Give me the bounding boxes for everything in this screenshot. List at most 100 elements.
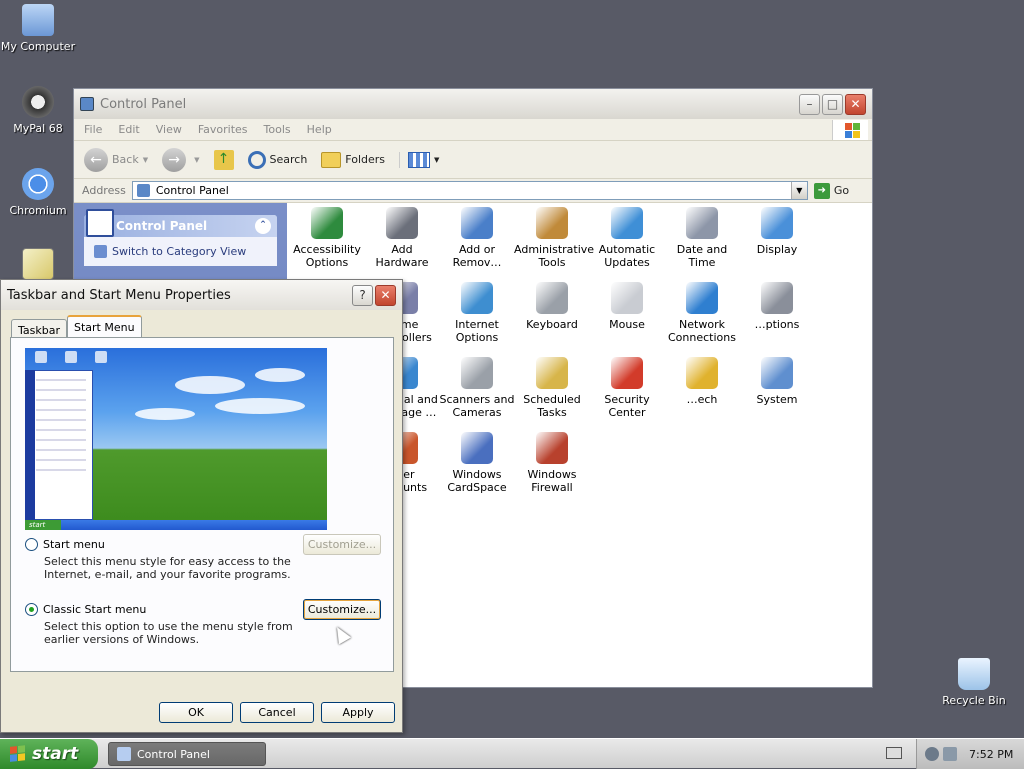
dialog-titlebar[interactable]: Taskbar and Start Menu Properties ? ✕ [1,280,402,310]
cp-item-mouse[interactable]: Mouse [589,282,665,331]
start-menu-description: Select this menu style for easy access t… [44,555,291,581]
customize-classic-menu-button[interactable]: Customize... [303,599,381,620]
address-input[interactable]: Control Panel ▼ [131,181,808,200]
start-menu-label: Start menu [43,538,105,551]
cp-item-add-hardware[interactable]: Add Hardware [364,207,440,269]
windows-cardspace-icon [461,432,493,464]
desktop-icon-recycle-bin[interactable]: Recycle Bin [936,658,1012,707]
cp-item-display[interactable]: Display [739,207,815,256]
cp-item-windows-cardspace[interactable]: Windows CardSpace [439,432,515,494]
cp-item-ech[interactable]: …ech [664,357,740,406]
toolbar: ← Back ▼ → ▼ ↑ Search Folders ▼ [74,141,872,179]
cp-item-add-or-remov[interactable]: Add or Remov… [439,207,515,269]
cp-item-ptions[interactable]: …ptions [739,282,815,331]
chart-app-icon [22,248,54,280]
go-arrow-icon: ➜ [813,182,830,199]
network-connections-icon [686,282,718,314]
cp-item-automatic-updates[interactable]: Automatic Updates [589,207,665,269]
search-icon [247,150,266,169]
cloud [255,368,305,382]
accessibility-options-icon [311,207,343,239]
cp-item-label: Scheduled Tasks [523,393,581,419]
menu-view[interactable]: View [156,123,182,136]
task-box-header[interactable]: Control Panel ⌃ [84,209,277,237]
raccoon-icon [22,86,54,118]
cp-item-label: Windows CardSpace [447,468,507,494]
cp-item-administrative-tools[interactable]: Administrative Tools [514,207,594,269]
start-menu-preview: start [25,348,327,530]
menu-help[interactable]: Help [307,123,332,136]
classic-start-menu-radio[interactable] [25,603,38,616]
cp-item-label: …ech [686,393,718,406]
clock[interactable]: 7:52 PM [969,748,1013,761]
go-button[interactable]: ➜ Go [813,182,849,199]
apply-button[interactable]: Apply [321,702,395,723]
control-panel-icon [80,97,94,111]
system-icon [761,357,793,389]
collapse-icon[interactable]: ⌃ [255,218,271,234]
customize-start-menu-button[interactable]: Customize... [303,534,381,555]
cp-item-security-center[interactable]: Security Center [589,357,665,419]
chevron-down-icon: ▼ [194,155,200,164]
up-folder-button[interactable]: ↑ [213,149,234,170]
cp-item-scheduled-tasks[interactable]: Scheduled Tasks [514,357,590,419]
switch-category-view-link[interactable]: Switch to Category View [84,237,277,266]
cp-item-label: Administrative Tools [514,243,595,269]
ok-button[interactable]: OK [159,702,233,723]
cp-item-label: Add Hardware [375,243,429,269]
start-button[interactable]: start [0,739,98,769]
security-shield-icon[interactable] [925,747,939,761]
taskbar-item-control-panel[interactable]: Control Panel [108,742,266,766]
cp-item-windows-firewall[interactable]: Windows Firewall [514,432,590,494]
task-box-title: Control Panel [116,219,208,233]
cp-item-label: Display [756,243,798,256]
preview-desktop-icon [65,351,77,363]
cp-item-keyboard[interactable]: Keyboard [514,282,590,331]
add-hardware-icon [386,207,418,239]
cp-item-internet-options[interactable]: Internet Options [439,282,515,344]
menu-tools[interactable]: Tools [264,123,291,136]
control-panel-icon [136,184,150,197]
menu-file[interactable]: File [84,123,102,136]
forward-button[interactable]: → ▼ [162,147,200,172]
preview-start-button: start [25,520,61,530]
menu-favorites[interactable]: Favorites [198,123,248,136]
cp-item-scanners-and-cameras[interactable]: Scanners and Cameras [439,357,515,419]
security-center-icon [611,357,643,389]
classic-start-menu-label: Classic Start menu [43,603,147,616]
classic-start-menu-option[interactable]: Classic Start menu [25,603,146,616]
help-button[interactable]: ? [352,284,373,306]
menu-edit[interactable]: Edit [118,123,139,136]
minimize-button[interactable]: – [799,93,820,115]
maximize-button[interactable]: □ [822,93,843,115]
start-menu-option[interactable]: Start menu [25,538,105,551]
taskbar-properties-dialog: Taskbar and Start Menu Properties ? ✕ Ta… [0,279,403,733]
control-panel-icon [86,209,114,237]
control-panel-icon [117,747,131,761]
desktop-icon-my-computer[interactable]: My Computer [0,4,76,53]
keyboard-icon[interactable] [886,747,902,759]
cp-item-network-connections[interactable]: Network Connections [664,282,740,344]
preview-desktop-icon [35,351,47,363]
views-button[interactable]: ▼ [399,151,439,168]
start-label: start [32,744,79,764]
search-button[interactable]: Search [247,150,307,169]
back-button[interactable]: ← Back ▼ [84,147,148,172]
cp-item-label: Windows Firewall [527,468,577,494]
cp-item-accessibility-options[interactable]: Accessibility Options [289,207,365,269]
chevron-down-icon[interactable]: ▼ [790,182,807,199]
folders-button[interactable]: Folders [321,151,385,168]
cp-item-system[interactable]: System [739,357,815,406]
desktop-icon-mypal[interactable]: MyPal 68 [0,86,76,135]
address-value: Control Panel [155,184,229,197]
preview-desktop-icon [95,351,107,363]
close-button[interactable]: ✕ [375,284,396,306]
network-icon[interactable] [943,747,957,761]
cancel-button[interactable]: Cancel [240,702,314,723]
cp-item-date-and-time[interactable]: Date and Time [664,207,740,269]
control-panel-titlebar[interactable]: Control Panel – □ ✕ [74,89,872,119]
start-menu-radio[interactable] [25,538,38,551]
desktop-icon-chromium[interactable]: Chromium [0,168,76,217]
cp-item-label: Security Center [604,393,650,419]
close-button[interactable]: ✕ [845,93,866,115]
